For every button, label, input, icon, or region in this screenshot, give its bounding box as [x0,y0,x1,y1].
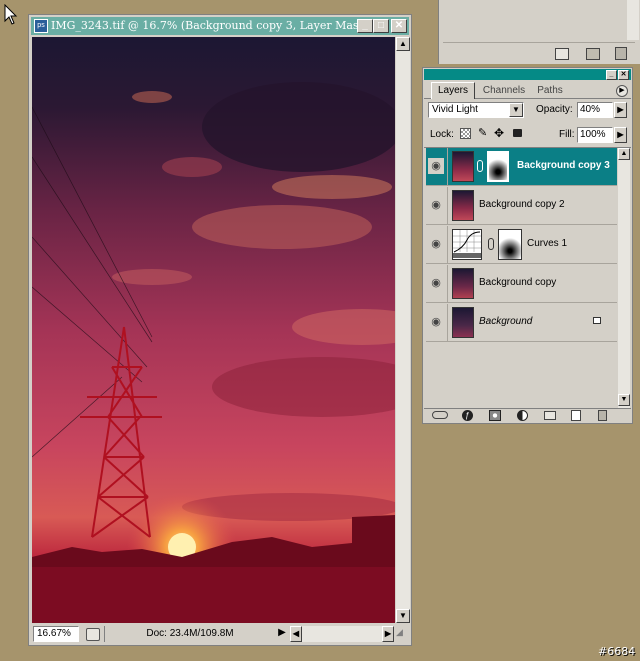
document-title: IMG_3243.tif @ 16.7% (Background copy 3,… [51,19,381,32]
tab-paths[interactable]: Paths [533,84,567,98]
opacity-value: 40% [580,104,601,115]
doc-size-info: Doc: 23.4M/109.8M [104,626,275,642]
lock-icon [593,317,601,324]
layer-name: Background [479,316,533,327]
layer-style-icon[interactable]: ƒ [462,410,473,421]
tab-channels-label: Channels [482,85,526,96]
curves-adjustment-icon [452,229,482,260]
layer-row-background-copy-3[interactable]: ◉ Background copy 3 [426,148,617,186]
layer-row-background-copy-2[interactable]: ◉ Background copy 2 [426,187,617,225]
resize-grip-icon[interactable]: ◢ [396,627,408,641]
layer-thumbnail [452,151,474,182]
upper-palette [438,0,640,64]
palette-title-bar[interactable]: _ ✕ [424,69,631,80]
scroll-left-button[interactable]: ◀ [290,626,302,642]
tab-layers[interactable]: Layers [431,82,475,99]
trash-icon[interactable] [615,47,627,60]
opacity-slider-button[interactable]: ▶ [614,102,627,118]
palette-close-button[interactable]: ✕ [618,70,629,80]
lock-brush-icon[interactable]: ✎ [478,127,490,139]
layer-list: ◉ Background copy 3 ◉ Background copy 2 … [424,147,631,408]
layer-mask-thumbnail [487,151,509,182]
tab-channels[interactable]: Channels [479,84,529,98]
lock-move-icon[interactable]: ✥ [494,127,506,139]
fill-slider-button[interactable]: ▶ [614,127,627,143]
scroll-down-button[interactable]: ▼ [396,609,410,623]
layer-name: Background copy 3 [517,160,610,171]
scroll-up-button[interactable]: ▲ [618,148,630,160]
document-window: ps IMG_3243.tif @ 16.7% (Background copy… [28,14,412,646]
photoshop-doc-icon: ps [34,19,48,33]
layer-thumbnail [452,307,474,338]
new-item-icon[interactable] [555,48,569,60]
chevron-down-icon[interactable]: ▼ [509,103,523,117]
layers-footer: ƒ [424,408,631,423]
layer-thumbnail [452,190,474,221]
adjustment-layer-icon[interactable] [517,410,528,421]
link-icon[interactable] [477,160,483,172]
eye-icon[interactable]: ◉ [428,158,444,174]
sunset-photo [32,37,395,623]
new-layer-icon[interactable] [571,410,581,421]
doc-size-text: Doc: 23.4M/109.8M [146,628,234,639]
layer-thumbnail [452,268,474,299]
watermark-text: #6684 [598,645,636,658]
zoom-field[interactable]: 16.67% [33,626,79,642]
status-preview-icon[interactable] [86,628,100,641]
layer-row-curves-1[interactable]: ◉ Curves 1 [426,226,617,264]
palette-menu-button[interactable]: ▶ [616,85,628,97]
opacity-label: Opacity: [536,104,573,115]
layer-name: Background copy [479,277,557,288]
document-title-bar[interactable]: ps IMG_3243.tif @ 16.7% (Background copy… [31,17,409,35]
lock-transparency-icon[interactable] [460,128,471,139]
vertical-scrollbar[interactable]: ▲ ▼ [396,37,410,623]
layer-row-background[interactable]: ◉ Background [426,304,617,342]
horizontal-scrollbar[interactable]: ◀ ▶ [290,626,394,642]
delete-layer-icon[interactable] [598,410,607,421]
status-menu-arrow-icon[interactable]: ▶ [276,627,288,641]
fill-value: 100% [580,129,606,140]
layer-name: Curves 1 [527,238,568,249]
image-canvas[interactable] [32,37,395,623]
layer-list-scrollbar[interactable]: ▲ ▼ [618,148,630,408]
blend-mode-value: Vivid Light [432,104,478,115]
fill-label: Fill: [559,129,575,140]
layer-name: Background copy 2 [479,199,565,210]
scroll-up-button[interactable]: ▲ [396,37,410,51]
scroll-right-button[interactable]: ▶ [382,626,394,642]
mouse-cursor-icon [4,4,18,25]
layer-row-background-copy[interactable]: ◉ Background copy [426,265,617,303]
scroll-down-button[interactable]: ▼ [618,394,630,406]
layers-palette: _ ✕ Layers Channels Paths ▶ Vivid Light … [422,67,633,424]
document-status-bar: 16.67% Doc: 23.4M/109.8M ▶ ◀ ▶ ◢ [32,625,410,643]
zoom-value: 16.67% [37,628,71,639]
fill-field[interactable]: 100% [577,127,613,143]
lock-label: Lock: [430,129,454,140]
eye-icon[interactable]: ◉ [428,236,444,252]
palette-minimize-button[interactable]: _ [606,70,617,80]
link-icon[interactable] [488,238,494,250]
tab-layers-label: Layers [437,85,468,96]
opacity-field[interactable]: 40% [577,102,613,118]
layer-mask-thumbnail [498,229,522,260]
blend-mode-select[interactable]: Vivid Light ▼ [428,102,524,118]
maximize-button[interactable]: □ [373,19,389,33]
link-layers-icon[interactable] [432,411,448,419]
new-folder-icon[interactable] [544,411,556,420]
eye-icon[interactable]: ◉ [428,314,444,330]
eye-icon[interactable]: ◉ [428,275,444,291]
close-button[interactable]: ✕ [391,19,407,33]
snapshot-icon[interactable] [586,48,600,60]
tab-paths-label: Paths [537,85,563,96]
add-mask-icon[interactable] [489,410,501,421]
lock-all-icon[interactable] [513,129,522,137]
eye-icon[interactable]: ◉ [428,197,444,213]
minimize-button[interactable]: _ [357,19,373,33]
